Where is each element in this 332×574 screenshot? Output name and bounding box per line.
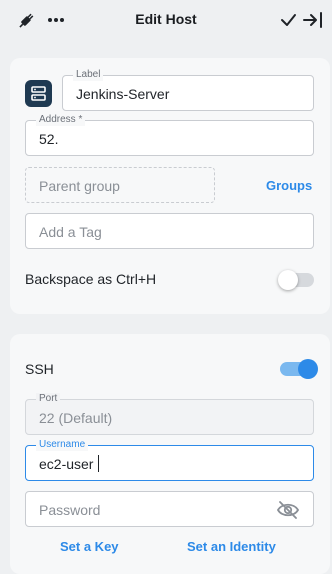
groups-link[interactable]: Groups: [266, 178, 312, 193]
ssh-toggle[interactable]: [280, 359, 318, 379]
tag-placeholder: Add a Tag: [39, 224, 102, 240]
parent-group-placeholder: Parent group: [39, 178, 120, 194]
tag-field[interactable]: Add a Tag: [25, 213, 314, 249]
header: Edit Host: [0, 0, 332, 40]
port-caption: Port: [36, 393, 61, 405]
label-field[interactable]: Label Jenkins-Server: [62, 69, 314, 111]
backspace-toggle[interactable]: [278, 270, 314, 290]
toggle-knob: [298, 359, 318, 379]
address-field[interactable]: Address * 52.: [25, 114, 314, 156]
server-icon: [25, 80, 52, 107]
text-cursor: [98, 455, 99, 472]
password-placeholder: Password: [39, 502, 101, 518]
address-value: 52.: [39, 131, 59, 147]
ssh-title: SSH: [25, 361, 54, 377]
username-value: ec2-user: [39, 456, 94, 472]
parent-group-field[interactable]: Parent group: [25, 167, 215, 203]
username-caption: Username: [36, 439, 89, 451]
check-icon[interactable]: [278, 10, 300, 30]
backspace-label: Backspace as Ctrl+H: [25, 271, 157, 287]
username-field[interactable]: Username ec2-user: [25, 439, 314, 481]
password-field[interactable]: Password: [25, 491, 314, 527]
eye-off-icon[interactable]: [276, 500, 300, 520]
address-caption: Address *: [36, 114, 86, 126]
label-value: Jenkins-Server: [76, 86, 170, 102]
general-section: Label Jenkins-Server Address * 52. Paren…: [10, 58, 330, 314]
port-field[interactable]: Port 22 (Default): [25, 393, 314, 435]
label-caption: Label: [73, 69, 104, 81]
set-key-link[interactable]: Set a Key: [60, 539, 119, 554]
set-identity-link[interactable]: Set an Identity: [187, 539, 276, 554]
ssh-section: SSH Port 22 (Default) Username ec2-user …: [10, 334, 330, 574]
toggle-knob: [278, 270, 298, 290]
port-placeholder: 22 (Default): [39, 410, 113, 426]
collapse-panel-icon[interactable]: [302, 10, 324, 30]
